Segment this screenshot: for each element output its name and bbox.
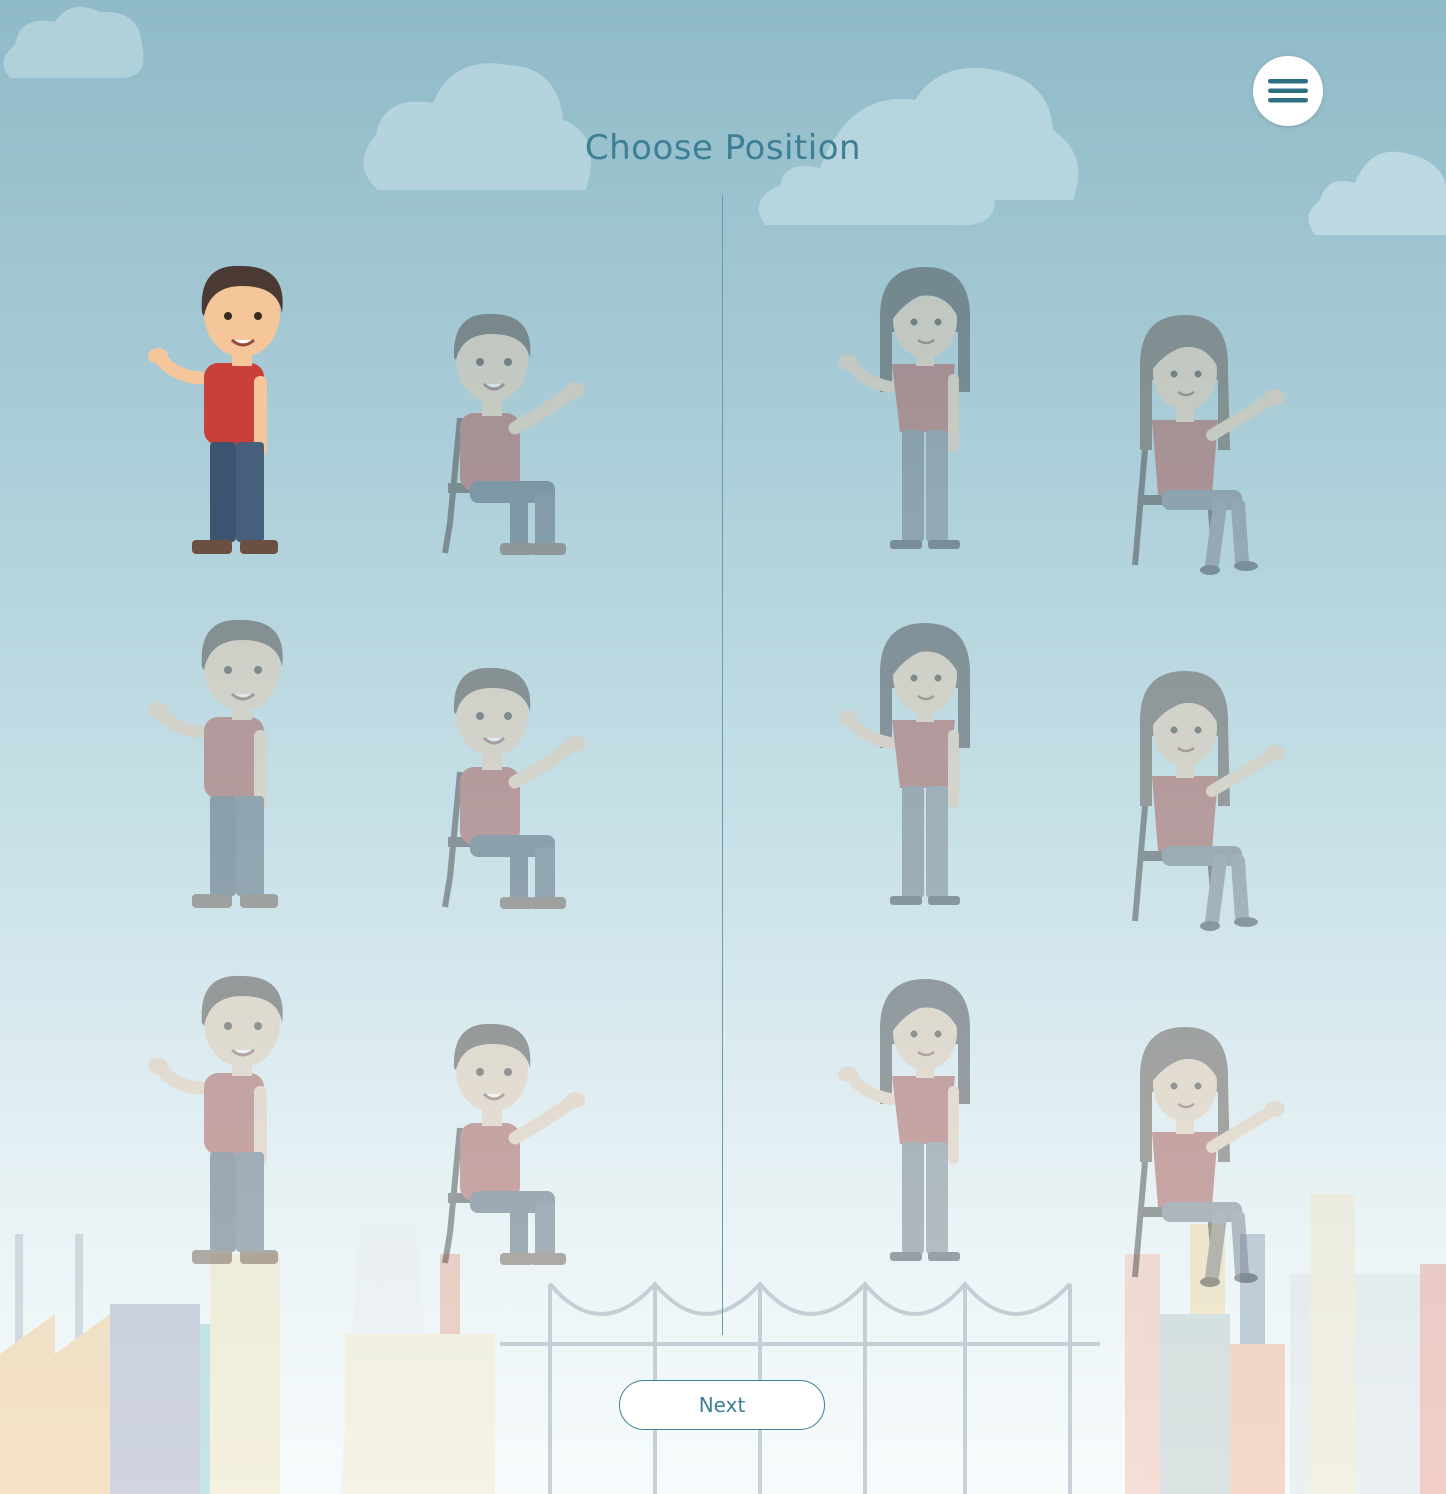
next-button[interactable]: Next (619, 1380, 825, 1430)
character-male-standing[interactable] (140, 612, 340, 912)
gender-divider (722, 195, 723, 1335)
character-male-sitting[interactable] (400, 1008, 600, 1308)
cloud-decoration (363, 63, 592, 190)
character-female-sitting[interactable] (1100, 310, 1300, 610)
character-female-standing[interactable] (830, 618, 1030, 918)
character-male-sitting[interactable] (400, 652, 600, 952)
character-male-standing-selected[interactable] (140, 258, 340, 558)
character-male-sitting[interactable] (400, 298, 600, 598)
hamburger-menu-icon (1268, 79, 1308, 103)
character-female-standing[interactable] (830, 262, 1030, 562)
character-female-sitting[interactable] (1100, 666, 1300, 966)
character-male-standing[interactable] (140, 968, 340, 1268)
character-female-standing[interactable] (830, 974, 1030, 1274)
page-title: Choose Position (584, 128, 862, 168)
menu-button[interactable] (1253, 56, 1323, 126)
cloud-decoration (3, 6, 144, 79)
character-female-sitting[interactable] (1100, 1022, 1300, 1322)
